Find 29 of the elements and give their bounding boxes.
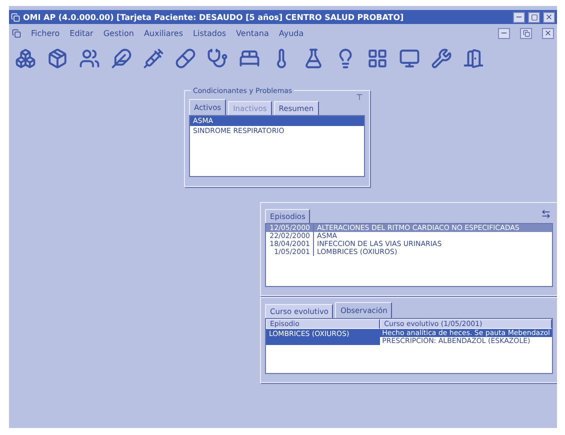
boxes-icon[interactable]	[14, 46, 37, 70]
close-icon	[545, 13, 553, 21]
maximize-button[interactable]	[528, 12, 540, 22]
swap-icon[interactable]	[541, 209, 551, 219]
close-button[interactable]	[542, 28, 554, 38]
menu-item[interactable]: Listados	[193, 28, 226, 38]
document-icon	[12, 28, 21, 38]
restore-button[interactable]	[520, 28, 532, 38]
pill-icon[interactable]	[174, 46, 197, 70]
stethoscope-icon[interactable]	[206, 46, 229, 70]
minimize-button[interactable]	[513, 12, 525, 22]
close-icon	[544, 29, 552, 37]
menu-item[interactable]: Fichero	[31, 28, 60, 38]
wrench-icon[interactable]	[430, 46, 453, 70]
menu-item[interactable]: Gestion	[103, 28, 134, 38]
app-icon	[11, 12, 20, 22]
minimize-button[interactable]	[498, 28, 510, 38]
menu-item[interactable]: Auxiliares	[144, 28, 184, 38]
restore-icon	[522, 30, 530, 36]
syringe-icon[interactable]	[142, 46, 165, 70]
window-title: OMI AP (4.0.000.00) [Tarjeta Paciente: DESAUDO [5 años] CENTRO SALUD PROBATO]	[23, 12, 405, 22]
maximize-icon	[530, 14, 538, 20]
package-icon[interactable]	[46, 46, 69, 70]
menu-item[interactable]: Ayuda	[278, 28, 304, 38]
menu-item[interactable]: Ventana	[236, 28, 269, 38]
feather-icon[interactable]	[110, 46, 133, 70]
menu-item[interactable]: Editar	[70, 28, 94, 38]
close-button[interactable]	[543, 12, 555, 22]
pin-icon[interactable]: ⊤	[356, 93, 363, 102]
